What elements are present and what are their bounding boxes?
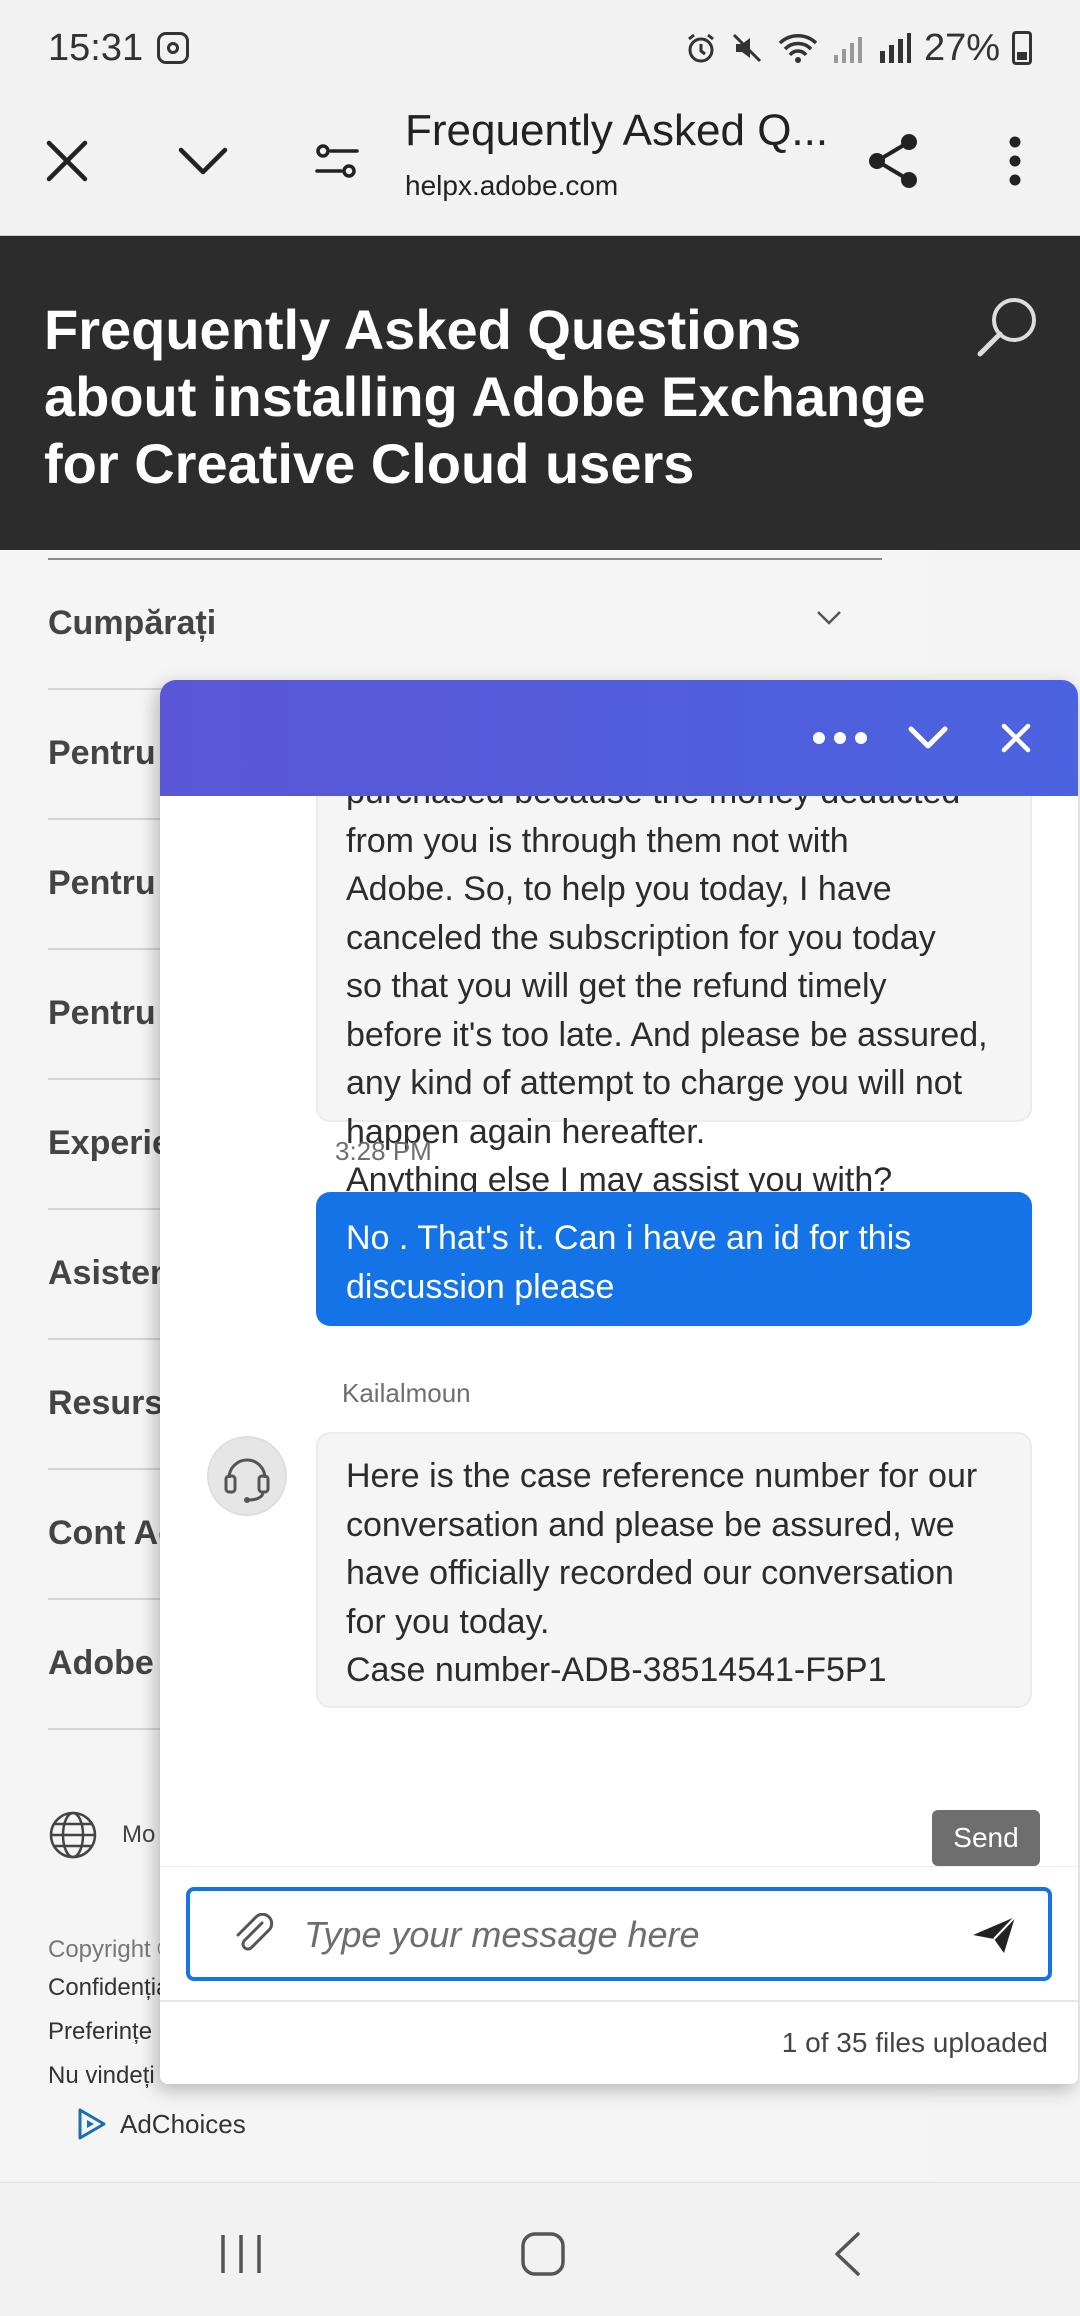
battery-icon [1012, 31, 1032, 65]
send-tooltip: Send [932, 1810, 1040, 1876]
page-title: Frequently Asked Questions about install… [44, 298, 926, 495]
adchoices-label: AdChoices [120, 2108, 246, 2139]
signal-roaming-icon [879, 33, 911, 63]
adchoices-icon [78, 2108, 106, 2140]
page-header: Frequently Asked Questions about install… [0, 236, 1080, 550]
more-options-button[interactable] [980, 126, 1050, 196]
nav-item-cumparati[interactable]: Cumpărați [48, 560, 882, 690]
close-icon [1001, 723, 1031, 753]
chat-transcript[interactable]: purchased because the money deducted fro… [160, 796, 1078, 1866]
nav-item-label: Cont Ac [48, 1514, 178, 1552]
chat-header [160, 680, 1078, 796]
adchoices-link[interactable]: AdChoices [76, 2108, 246, 2140]
attach-button[interactable] [232, 1912, 276, 1957]
message-timestamp: 3:28 PM [335, 1136, 432, 1166]
chat-widget: purchased because the money deducted fro… [160, 680, 1078, 2084]
status-icons: 27% [684, 27, 1032, 70]
browser-page-title[interactable]: Frequently Asked Q... [405, 106, 828, 156]
do-not-sell-link[interactable]: Nu vindeți [48, 2062, 155, 2090]
message-line: have officially recorded our conversatio… [346, 1554, 954, 1592]
tune-icon [315, 144, 359, 178]
signal-icon [833, 37, 862, 63]
battery-percent: 27% [923, 26, 1000, 69]
divider [160, 2000, 1078, 2002]
browser-toolbar: Frequently Asked Q... helpx.adobe.com [0, 96, 1080, 236]
message-line: any kind of attempt to charge you will n… [346, 1064, 963, 1102]
language-label: Mo [122, 1821, 156, 1848]
chevron-down-icon [908, 726, 948, 749]
case-number: Case number-ADB-38514541-F5P1 [346, 1651, 887, 1689]
message-input[interactable] [304, 1909, 944, 1961]
recent-apps-icon [221, 2235, 261, 2273]
chevron-down-icon [817, 611, 841, 625]
message-line: canceled the subscription for you today [346, 918, 936, 957]
browser-url[interactable]: helpx.adobe.com [405, 170, 618, 202]
chat-close-button[interactable] [986, 708, 1046, 768]
agent-avatar [207, 1436, 287, 1516]
close-tab-button[interactable] [32, 126, 102, 196]
chat-input-area: 1 of 35 files uploaded [160, 1866, 1078, 2084]
paperclip-icon [236, 1912, 274, 1951]
chat-more-button[interactable] [810, 708, 870, 768]
preferences-link[interactable]: Preferințe [48, 2018, 152, 2046]
share-button[interactable] [858, 126, 928, 196]
nav-item-label: Asisten [48, 1254, 171, 1292]
headset-icon [224, 1458, 270, 1503]
message-line: conversation and please be assured, we [346, 1505, 955, 1544]
globe-icon [49, 1811, 97, 1859]
alarm-icon [688, 33, 714, 63]
home-icon [521, 2232, 565, 2276]
page-settings-button[interactable] [302, 126, 372, 196]
agent-message: purchased because the money deducted fro… [316, 796, 1032, 1199]
upload-status: 1 of 35 files uploaded [781, 2027, 1048, 2058]
system-navigation-bar [0, 2182, 1080, 2316]
nav-item-label: Adobe [48, 1644, 154, 1682]
search-button[interactable] [972, 294, 1042, 364]
share-icon [869, 134, 917, 188]
home-button[interactable] [508, 2219, 578, 2289]
close-icon [46, 140, 88, 182]
copyright-text: Copyright © [48, 1936, 176, 1963]
send-button[interactable] [970, 1913, 1018, 1957]
message-line: purchased because the money deducted [346, 796, 1002, 817]
user-message: No . That's it. Can i have an id for thi… [316, 1192, 1032, 1326]
search-icon [977, 298, 1036, 357]
instagram-notification-icon [157, 32, 190, 64]
back-icon [835, 2232, 860, 2276]
send-icon [973, 1916, 1016, 1953]
chevron-down-icon [178, 147, 228, 175]
more-vertical-icon [1009, 136, 1021, 186]
nav-item-label: Experie [48, 1124, 171, 1162]
message-line: before it's too late. And please be assu… [346, 1015, 988, 1054]
status-time: 15:31 [48, 26, 144, 69]
message-line: Here is the case reference number for ou… [346, 1457, 978, 1495]
chat-minimize-button[interactable] [898, 708, 958, 768]
nav-item-label: Pentru [48, 994, 156, 1032]
nav-item-label: Pentru [48, 734, 156, 772]
more-horizontal-icon [813, 732, 867, 744]
nav-item-label: Pentru [48, 864, 156, 902]
message-input-box [186, 1887, 1052, 1981]
message-line: happen again hereafter. [346, 1112, 706, 1151]
mute-icon [732, 33, 761, 63]
message-line: for you today. [346, 1602, 550, 1641]
agent-message: Here is the case reference number for ou… [316, 1432, 1032, 1708]
message-line: from you is through them not with [346, 821, 849, 860]
language-selector[interactable]: Mo [48, 1810, 155, 1860]
message-line: so that you will get the refund timely [346, 967, 887, 1005]
wifi-icon [778, 34, 818, 63]
agent-name: Kailalmoun [342, 1378, 471, 1408]
recent-apps-button[interactable] [206, 2219, 276, 2289]
back-button[interactable] [812, 2219, 882, 2289]
nav-item-label: Cumpărați [48, 604, 217, 642]
minimize-button[interactable] [168, 126, 238, 196]
status-bar: 15:31 27% [0, 0, 1080, 96]
message-line: Adobe. So, to help you today, I have [346, 870, 892, 908]
